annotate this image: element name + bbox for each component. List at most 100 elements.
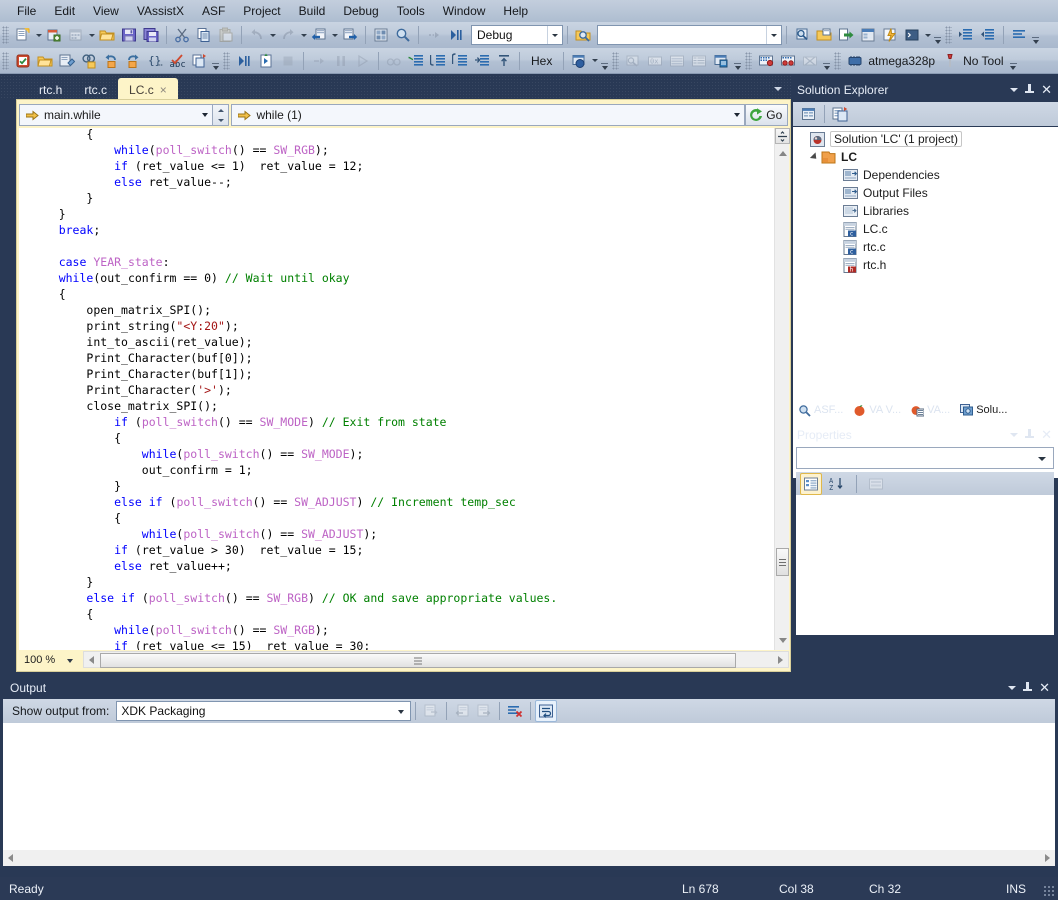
scroll-left-arrow[interactable] [3, 851, 18, 866]
breakpoint-icon[interactable] [755, 50, 777, 72]
clear-breakpoints-icon[interactable] [799, 50, 821, 72]
toolbar-grip[interactable] [223, 52, 230, 70]
comment-icon[interactable] [405, 50, 427, 72]
find-in-files-icon[interactable] [78, 50, 100, 72]
build-solution-icon[interactable] [56, 50, 78, 72]
menu-item-vassistx[interactable]: VAssistX [128, 2, 193, 21]
uncomment-icon[interactable] [427, 50, 449, 72]
command-window-icon[interactable] [901, 24, 923, 46]
open-solution-icon[interactable] [813, 24, 835, 46]
go-to-previous-icon[interactable] [451, 700, 473, 722]
scope-spinner[interactable] [213, 104, 230, 126]
watch-window-icon[interactable] [622, 50, 644, 72]
tool-icon[interactable] [939, 50, 961, 72]
tab-list-dropdown-icon[interactable] [771, 78, 785, 100]
menu-item-tools[interactable]: Tools [388, 2, 434, 21]
new-item-dropdown[interactable] [87, 24, 96, 46]
tree-item-lc-c[interactable]: cLC.c [793, 220, 1058, 238]
categorized-icon[interactable] [800, 473, 822, 495]
menu-item-edit[interactable]: Edit [45, 2, 84, 21]
start-without-debugging-icon[interactable] [255, 50, 277, 72]
registers-window-icon[interactable]: 0x [644, 50, 666, 72]
toolbar-overflow-button[interactable] [1008, 50, 1019, 72]
tool-window-tab-solu[interactable]: Solu... [955, 399, 1012, 420]
document-tab-rtc-c[interactable]: rtc.c [73, 78, 118, 101]
panel-menu-icon[interactable] [1008, 686, 1016, 690]
menu-item-view[interactable]: View [84, 2, 128, 21]
spell-check-icon[interactable]: abc [166, 50, 188, 72]
processor-window-icon[interactable] [710, 50, 732, 72]
find-icon[interactable] [392, 24, 414, 46]
alphabetical-icon[interactable]: AZ [826, 473, 848, 495]
menu-item-asf[interactable]: ASF [193, 2, 234, 21]
go-to-definition-icon[interactable] [835, 24, 857, 46]
start-debugging-icon[interactable] [233, 50, 255, 72]
command-window-dropdown[interactable] [923, 24, 932, 46]
toolbar-grip[interactable] [834, 52, 841, 70]
tree-item-solution-lc-1-project-[interactable]: Solution 'LC' (1 project) [793, 130, 1058, 148]
go-to-next-icon[interactable] [473, 700, 495, 722]
decrease-indent-icon[interactable] [977, 24, 999, 46]
solution-explorer-icon[interactable] [370, 24, 392, 46]
tree-item-libraries[interactable]: Libraries [793, 202, 1058, 220]
pin-icon[interactable] [1025, 84, 1034, 95]
menu-item-debug[interactable]: Debug [334, 2, 387, 21]
toolbar-overflow-button[interactable] [732, 50, 743, 72]
tool-window-tab-vav[interactable]: VA V... [848, 400, 906, 420]
cut-icon[interactable] [171, 24, 193, 46]
save-icon[interactable] [118, 24, 140, 46]
panel-menu-icon[interactable] [1010, 88, 1018, 92]
go-button[interactable]: Go [745, 104, 788, 126]
split-view-button[interactable] [775, 128, 790, 144]
redo-icon[interactable] [277, 24, 299, 46]
tree-item-lc[interactable]: LC [793, 148, 1058, 166]
zoom-level-combo[interactable]: 100 % [19, 651, 83, 669]
member-dropdown[interactable]: while (1) [231, 104, 745, 126]
toolbar-overflow-button[interactable] [821, 50, 832, 72]
menu-item-project[interactable]: Project [234, 2, 289, 21]
scroll-left-arrow[interactable] [84, 652, 99, 667]
scrollbar-thumb[interactable] [776, 548, 789, 576]
toolbar-grip[interactable] [2, 26, 9, 44]
find-message-icon[interactable] [420, 700, 442, 722]
toolbar-grip[interactable] [745, 52, 752, 70]
tool-window-tab-asf[interactable]: ASF... [793, 400, 848, 420]
output-content[interactable] [3, 723, 1055, 853]
paste-icon[interactable] [215, 24, 237, 46]
solution-configuration-combo[interactable]: Debug [471, 25, 563, 45]
chevron-down-icon[interactable] [202, 105, 208, 125]
locals-window-icon[interactable] [666, 50, 688, 72]
hscrollbar-thumb[interactable] [100, 653, 736, 668]
clear-all-icon[interactable] [504, 700, 526, 722]
toolbar-overflow-button[interactable] [932, 24, 943, 46]
menu-item-build[interactable]: Build [290, 2, 335, 21]
open-file-icon[interactable] [96, 24, 118, 46]
find-in-files-icon[interactable] [572, 24, 594, 46]
breakpoints-all-icon[interactable] [777, 50, 799, 72]
close-icon[interactable]: × [160, 84, 167, 96]
device-chip-icon[interactable] [844, 50, 866, 72]
resize-grip[interactable] [1043, 885, 1055, 897]
expander-icon[interactable] [808, 151, 821, 164]
tree-item-dependencies[interactable]: Dependencies [793, 166, 1058, 184]
disassembly-window-icon[interactable] [688, 50, 710, 72]
verify-icon[interactable] [12, 50, 34, 72]
spin-up[interactable] [213, 105, 229, 115]
toolbar-overflow-button[interactable] [1030, 24, 1041, 46]
close-icon[interactable]: ✕ [1041, 83, 1052, 96]
start-debug-icon[interactable] [445, 24, 467, 46]
scroll-up-arrow[interactable] [775, 146, 790, 161]
chevron-down-icon[interactable] [734, 105, 740, 125]
output-horizontal-scrollbar[interactable] [3, 850, 1055, 866]
add-new-item-icon[interactable] [43, 24, 65, 46]
break-all-icon[interactable] [330, 50, 352, 72]
output-source-combo[interactable]: XDK Packaging [116, 701, 411, 721]
close-icon[interactable]: ✕ [1039, 681, 1050, 694]
braces-icon[interactable]: {} [144, 50, 166, 72]
panel-menu-icon[interactable] [1010, 433, 1018, 437]
close-icon[interactable]: ✕ [1041, 428, 1052, 441]
tree-item-output-files[interactable]: Output Files [793, 184, 1058, 202]
show-all-files-icon[interactable] [829, 103, 851, 125]
scroll-right-arrow[interactable] [773, 652, 788, 667]
editor-vertical-scrollbar[interactable] [774, 128, 789, 650]
